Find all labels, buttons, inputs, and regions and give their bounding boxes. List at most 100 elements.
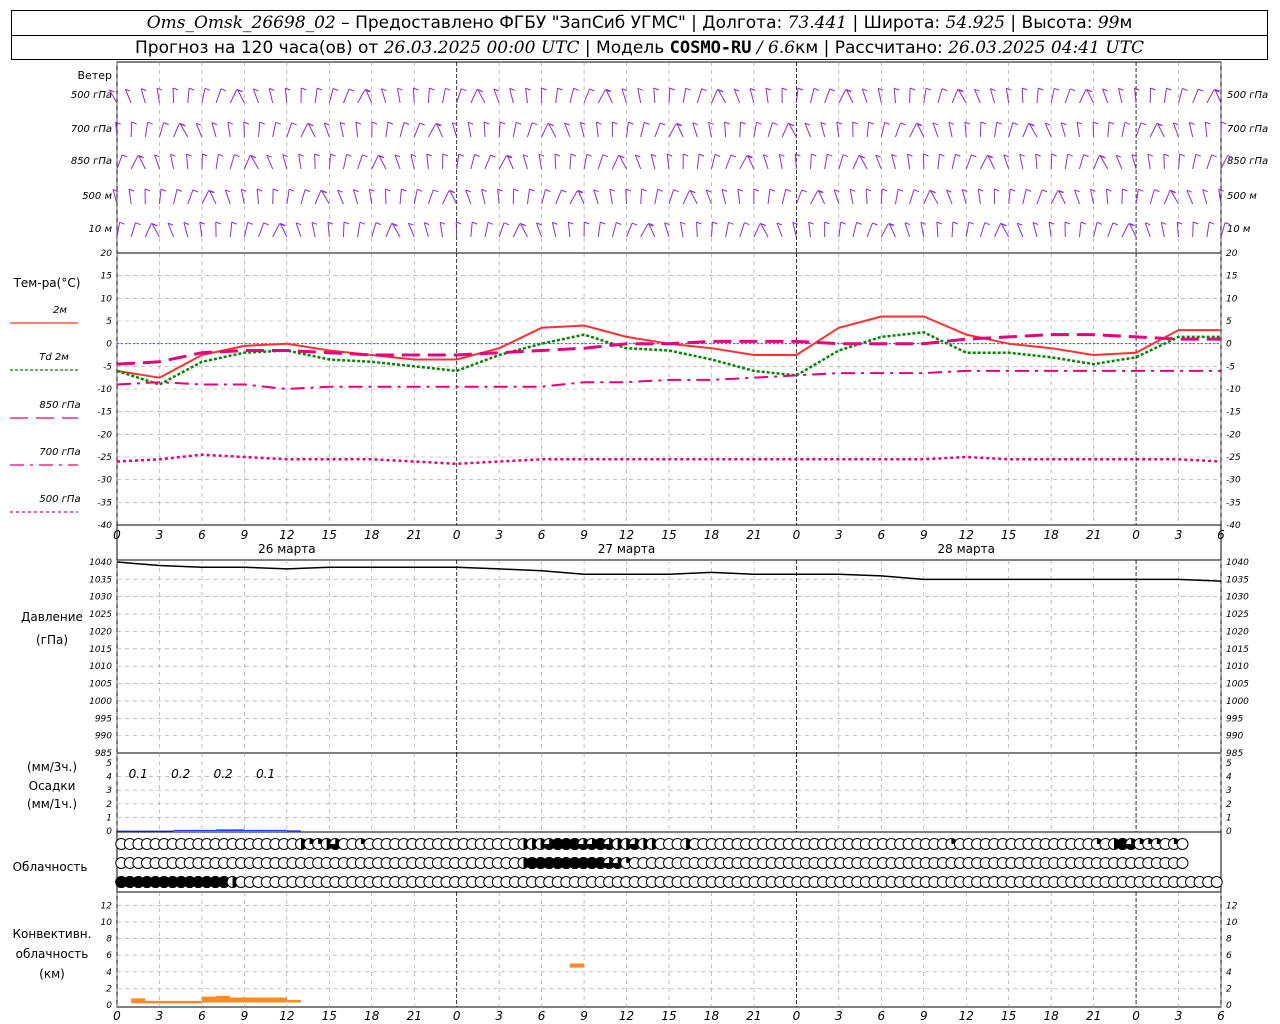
wind-level-label: 700 гПа <box>71 124 112 135</box>
wind-barb <box>286 122 293 138</box>
x-tick-label: 15 <box>1001 528 1016 542</box>
pressure-axis-tick: 1005 <box>89 680 112 690</box>
wind-barb-flag <box>964 121 971 125</box>
wind-barb <box>385 122 389 138</box>
wind-barb <box>909 123 917 138</box>
wind-barb <box>1178 154 1181 170</box>
x-tick-label-bottom: 18 <box>364 1009 380 1023</box>
wind-level-label: 500 гПа <box>71 90 112 101</box>
wind-barb-flag <box>765 87 772 91</box>
wind-barb-flag <box>1221 121 1227 125</box>
x-tick-label: 12 <box>959 528 974 542</box>
wind-barb <box>611 155 620 170</box>
wind-barb-flag <box>484 121 490 125</box>
wind-barb-flag <box>701 88 707 92</box>
temp-axis-tick: 5 <box>1226 317 1232 327</box>
wind-barb-flag <box>1092 121 1099 125</box>
wind-barb <box>1005 88 1010 104</box>
wind-barb-flag <box>1083 154 1089 158</box>
x-tick-label-bottom: 9 <box>920 1009 928 1023</box>
x-tick-label-bottom: 15 <box>1001 1009 1016 1023</box>
conv-axis-tick: 2 <box>106 984 112 994</box>
precip-axis-tick: 5 <box>1226 759 1232 769</box>
wind-barb <box>300 189 306 205</box>
wind-barb <box>810 88 815 104</box>
wind-barb-flag <box>346 153 352 157</box>
wind-barb-flag <box>199 221 205 225</box>
wind-barb-flag <box>923 153 929 157</box>
wind-barb <box>1093 155 1100 170</box>
wind-barb <box>1019 154 1024 170</box>
precip-bar <box>286 830 301 832</box>
wind-barb <box>170 154 175 170</box>
temp-axis-tick: 5 <box>106 317 112 327</box>
wind-barb-flag <box>1010 188 1016 192</box>
wind-barb-flag <box>301 87 307 91</box>
x-tick-label: 9 <box>241 528 249 542</box>
pressure-axis-tick: 1020 <box>1226 627 1249 637</box>
x-tick-label-bottom: 3 <box>1175 1009 1183 1023</box>
wind-barb <box>498 155 507 170</box>
conv-axis-tick: 4 <box>1226 968 1232 978</box>
precip-axis-tick: 5 <box>106 759 112 769</box>
wind-barb <box>682 190 690 205</box>
wind-barb-flag <box>487 221 494 225</box>
wind-barb <box>696 154 700 170</box>
wind-barb-flag <box>1134 87 1140 91</box>
wind-barb-flag <box>525 87 531 91</box>
wind-barb <box>951 154 956 170</box>
x-tick-label-bottom: 12 <box>619 1009 634 1023</box>
wind-barb <box>852 155 860 170</box>
wind-barb-flag <box>247 221 253 225</box>
precip-bar <box>230 829 245 831</box>
wind-barb <box>923 190 931 205</box>
meteogram-chart: Ветер 500 гПа 500 гПа 700 гПа 700 гПа 850 гПа… <box>10 61 1268 1023</box>
wind-barb <box>1050 153 1053 170</box>
temp-axis-tick: 0 <box>1226 340 1232 350</box>
wind-barb-flag <box>531 122 538 126</box>
x-tick-label-bottom: 3 <box>156 1009 164 1023</box>
x-tick-label-bottom: 0 <box>113 1009 121 1023</box>
wind-barb <box>609 189 613 205</box>
wind-barb <box>525 88 528 104</box>
wind-barb <box>199 222 203 238</box>
x-tick-label: 15 <box>322 528 337 542</box>
wind-barb <box>664 222 670 238</box>
wind-barb-flag <box>683 153 689 157</box>
wind-barb <box>739 155 748 170</box>
wind-barb-flag <box>474 154 480 157</box>
wind-barb <box>201 190 210 205</box>
wind-barb <box>314 88 318 104</box>
precip-3h-label: 0.2 <box>171 767 190 781</box>
wind-barb <box>211 122 217 138</box>
wind-barb-flag <box>387 121 394 125</box>
wind-barb <box>439 222 444 238</box>
x-tick-label: 18 <box>364 528 380 542</box>
precip-axis-label: Осадки <box>29 779 76 793</box>
wind-barb <box>337 190 344 205</box>
wind-barb <box>1160 222 1165 238</box>
temp-axis-tick: -25 <box>1226 453 1241 463</box>
wind-barb <box>721 189 727 205</box>
wind-barb <box>583 154 588 170</box>
wind-barb-flag <box>589 88 595 92</box>
wind-barb <box>484 154 492 170</box>
wind-barb-flag <box>856 221 862 225</box>
x-tick-label-bottom: 15 <box>661 1009 676 1023</box>
wind-barb-flag <box>978 188 984 192</box>
pressure-axis-tick: 990 <box>95 732 112 742</box>
precip-bar <box>272 829 287 831</box>
wind-barb-flag <box>1070 88 1076 92</box>
wind-barb-flag <box>304 189 311 193</box>
conv-axis-label: Конвективн. <box>13 927 92 941</box>
wind-barb <box>682 88 687 104</box>
wind-barb <box>339 122 344 138</box>
wind-level-label: 500 м <box>1227 191 1257 202</box>
precip-unit-bottom: (мм/1ч.) <box>27 797 77 811</box>
wind-barb-flag <box>840 221 846 225</box>
wind-barb-flag <box>115 121 121 125</box>
wind-barb-flag <box>273 188 279 192</box>
wind-barb <box>1078 222 1082 238</box>
x-tick-label: 0 <box>113 528 121 542</box>
convective-cloud-bar <box>569 963 585 968</box>
